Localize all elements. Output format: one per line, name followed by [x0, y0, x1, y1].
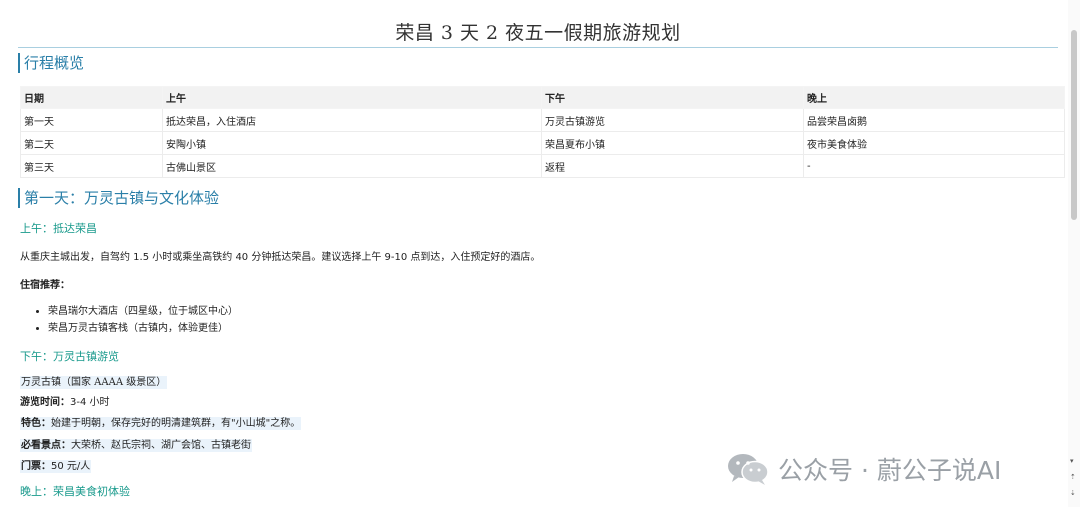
- table-cell[interactable]: 第一天: [20, 108, 163, 132]
- list-item: 荣昌万灵古镇客栈（古镇内，体验更佳）: [48, 320, 238, 337]
- list-item: 荣昌瑞尔大酒店（四星级，位于城区中心）: [48, 303, 238, 320]
- table-cell[interactable]: 第二天: [20, 131, 163, 155]
- evening-heading: 晚上：荣昌美食初体验: [20, 485, 130, 498]
- lodging-label: 住宿推荐：: [20, 280, 70, 291]
- site-name: 万灵古镇（国家 AAAA 级景区）: [20, 376, 168, 389]
- table-cell[interactable]: 返程: [541, 154, 804, 178]
- duration-value: 3-4 小时: [70, 397, 110, 408]
- column-header: 晚上: [803, 86, 1065, 109]
- column-header: 上午: [162, 86, 542, 109]
- duration-label: 游览时间：: [20, 397, 70, 408]
- afternoon-heading: 下午：万灵古镇游览: [20, 350, 119, 363]
- ticket-value: 50 元/人: [51, 461, 91, 472]
- vertical-scrollbar[interactable]: ▾ ⇡ ⇣: [1068, 0, 1080, 507]
- table-cell[interactable]: 夜市美食体验: [803, 131, 1065, 155]
- table-cell[interactable]: 抵达荣昌，入住酒店: [162, 108, 542, 132]
- feature-value: 始建于明朝，保存完好的明清建筑群，有"小山城"之称。: [51, 418, 301, 429]
- ticket-label: 门票：: [21, 461, 51, 472]
- table-cell[interactable]: -: [803, 154, 1065, 178]
- table-row: 第三天 古佛山景区 返程 -: [20, 154, 1065, 178]
- scroll-bottom-icon[interactable]: ⇣: [1070, 489, 1076, 497]
- table-cell[interactable]: 品尝荣昌卤鹅: [803, 108, 1065, 132]
- table-cell[interactable]: 荣昌夏布小镇: [541, 131, 804, 155]
- table-cell[interactable]: 安陶小镇: [162, 131, 542, 155]
- title-bar: 荣昌 3 天 2 夜五一假期旅游规划: [18, 18, 1058, 48]
- watermark: 公众号 · 蔚公子说AI: [726, 451, 1001, 487]
- feature-label: 特色：: [21, 418, 51, 429]
- table-row: 第一天 抵达荣昌，入住酒店 万灵古镇游览 品尝荣昌卤鹅: [20, 108, 1065, 132]
- page-title: 荣昌 3 天 2 夜五一假期旅游规划: [395, 22, 681, 44]
- must-see-value: 大荣桥、赵氏宗祠、湖广会馆、古镇老街: [71, 440, 251, 451]
- table-cell[interactable]: 万灵古镇游览: [541, 108, 804, 132]
- itinerary-table: 日期 上午 下午 晚上 第一天 抵达荣昌，入住酒店 万灵古镇游览 品尝荣昌卤鹅 …: [20, 86, 1065, 178]
- table-cell[interactable]: 古佛山景区: [162, 154, 542, 178]
- document-page: 荣昌 3 天 2 夜五一假期旅游规划 行程概览 日期 上午 下午 晚上 第一天 …: [8, 6, 1070, 507]
- table-cell[interactable]: 第三天: [20, 154, 163, 178]
- morning-text: 从重庆主城出发，自驾约 1.5 小时或乘坐高铁约 40 分钟抵达荣昌。建议选择上…: [20, 252, 541, 263]
- scroll-down-icon[interactable]: ▾: [1070, 457, 1074, 465]
- table-row: 第二天 安陶小镇 荣昌夏布小镇 夜市美食体验: [20, 131, 1065, 155]
- lodging-list: 荣昌瑞尔大酒店（四星级，位于城区中心） 荣昌万灵古镇客栈（古镇内，体验更佳）: [48, 303, 238, 337]
- overview-heading: 行程概览: [18, 53, 84, 73]
- column-header: 日期: [20, 86, 163, 109]
- scroll-top-icon[interactable]: ⇡: [1070, 473, 1076, 481]
- column-header: 下午: [541, 86, 804, 109]
- day1-heading: 第一天：万灵古镇与文化体验: [18, 188, 219, 208]
- morning-heading: 上午：抵达荣昌: [20, 222, 97, 235]
- wechat-icon: [726, 452, 770, 486]
- must-see-label: 必看景点：: [21, 440, 71, 451]
- table-header-row: 日期 上午 下午 晚上: [20, 86, 1065, 109]
- watermark-text: 公众号 · 蔚公子说AI: [778, 456, 1002, 485]
- scrollbar-thumb[interactable]: [1071, 30, 1077, 220]
